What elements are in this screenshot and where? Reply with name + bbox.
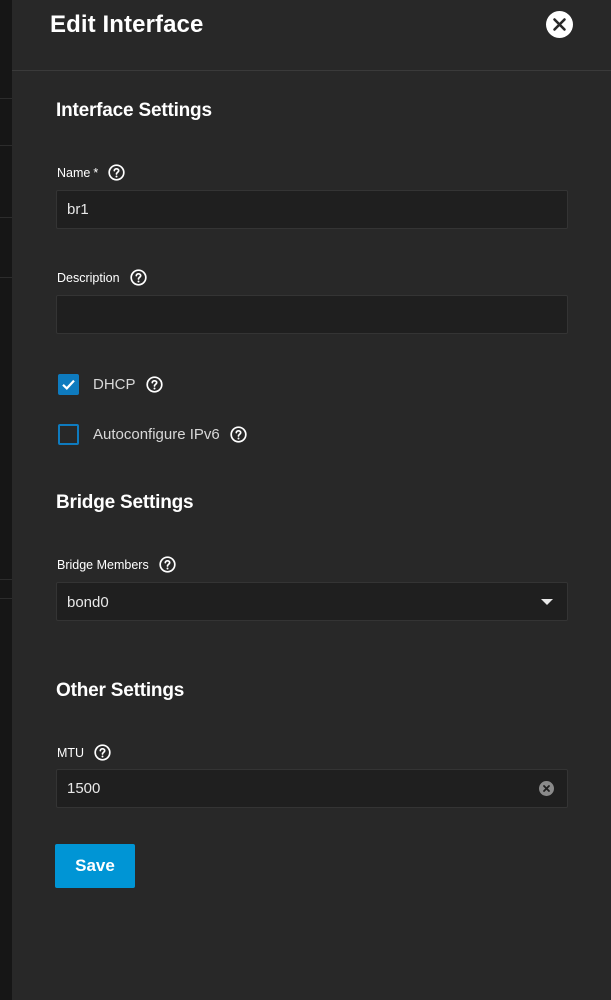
help-icon[interactable] — [94, 744, 111, 761]
close-button[interactable] — [546, 11, 573, 38]
clear-mtu-button[interactable] — [539, 781, 554, 796]
help-icon[interactable] — [230, 426, 247, 443]
bridge-settings-title: Bridge Settings — [56, 492, 194, 513]
other-settings-title: Other Settings — [56, 680, 185, 701]
bridge-members-label: Bridge Members — [57, 556, 176, 573]
check-icon — [62, 379, 75, 390]
dhcp-label: DHCP — [93, 376, 136, 393]
autoconfigure-ipv6-checkbox[interactable] — [58, 424, 79, 445]
name-label: Name * — [57, 164, 125, 181]
edit-interface-panel: Edit Interface Interface Settings Name * … — [12, 0, 611, 1000]
dhcp-checkbox[interactable] — [58, 374, 79, 395]
backdrop-divider — [0, 98, 12, 99]
mtu-label-text: MTU — [57, 745, 85, 760]
save-button[interactable]: Save — [55, 844, 135, 888]
backdrop-divider — [0, 145, 12, 146]
mtu-input[interactable] — [56, 769, 568, 808]
close-icon — [553, 18, 566, 31]
page-backdrop — [0, 0, 12, 1000]
dhcp-row: DHCP — [58, 374, 163, 395]
backdrop-divider — [0, 277, 12, 278]
bridge-members-select[interactable]: bond0 — [56, 582, 568, 621]
name-input[interactable] — [56, 190, 568, 229]
description-input[interactable] — [56, 295, 568, 334]
panel-title: Edit Interface — [50, 11, 204, 38]
bridge-members-value: bond0 — [67, 594, 109, 611]
required-mark: * — [93, 165, 99, 180]
description-label-text: Description — [57, 270, 120, 285]
clear-icon — [543, 785, 550, 792]
panel-header: Edit Interface — [12, 0, 611, 71]
description-label: Description — [57, 269, 147, 286]
mtu-label: MTU — [57, 744, 111, 761]
backdrop-divider — [0, 598, 12, 599]
autoconfigure-ipv6-row: Autoconfigure IPv6 — [58, 424, 247, 445]
help-icon[interactable] — [159, 556, 176, 573]
interface-settings-title: Interface Settings — [56, 100, 212, 121]
name-label-text: Name — [57, 165, 91, 180]
help-icon[interactable] — [129, 269, 147, 286]
backdrop-divider — [0, 579, 12, 580]
help-icon[interactable] — [145, 376, 163, 393]
bridge-members-label-text: Bridge Members — [57, 557, 149, 572]
dropdown-arrow-icon — [541, 599, 553, 605]
help-icon[interactable] — [108, 164, 125, 181]
backdrop-divider — [0, 217, 12, 218]
autoconfigure-ipv6-label: Autoconfigure IPv6 — [93, 426, 220, 443]
